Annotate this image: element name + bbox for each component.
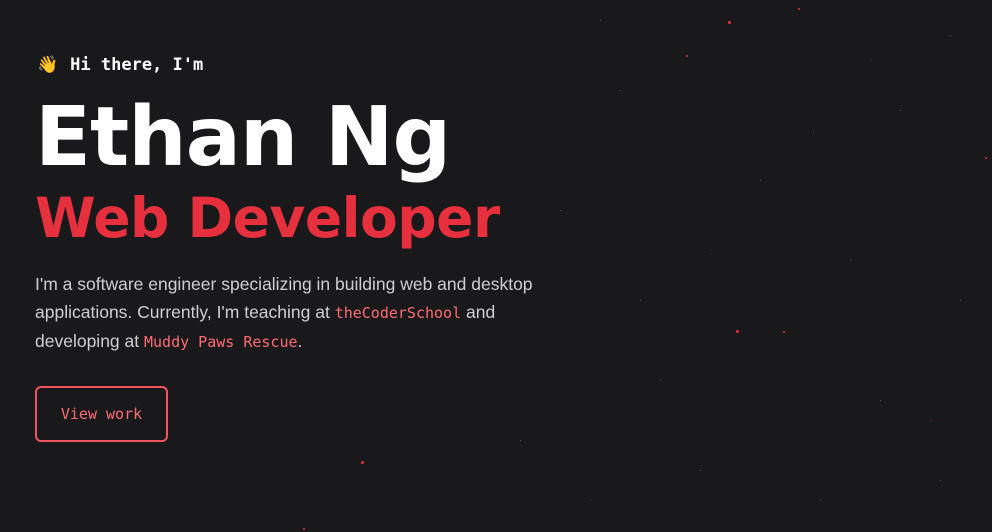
star-dot [760, 180, 761, 181]
muddy-paws-rescue-link[interactable]: Muddy Paws Rescue [144, 333, 298, 351]
hero-section: 👋 Hi there, I'm Ethan Ng Web Developer I… [35, 50, 655, 442]
star-dot [985, 157, 987, 159]
view-work-button[interactable]: View work [35, 386, 168, 442]
greeting: 👋 Hi there, I'm [37, 50, 655, 80]
star-dot [960, 300, 961, 301]
star-dot [728, 21, 731, 24]
star-dot [940, 480, 941, 481]
star-dot [850, 260, 851, 261]
star-dot [303, 528, 305, 530]
star-dot [736, 330, 739, 333]
star-dot [950, 35, 951, 36]
star-dot [880, 400, 881, 401]
star-dot [798, 8, 800, 10]
hero-name: Ethan Ng [35, 90, 451, 185]
star-dot [870, 60, 871, 61]
hero-bio: I'm a software engineer specializing in … [35, 270, 535, 356]
star-dot [813, 131, 814, 132]
waving-hand-icon: 👋 [37, 55, 59, 75]
star-dot [660, 380, 661, 381]
bio-text-3: . [297, 331, 303, 351]
star-dot [700, 470, 701, 471]
hero-role: Web Developer [35, 186, 500, 250]
star-dot [710, 250, 711, 251]
star-dot [590, 500, 591, 501]
star-dot [820, 500, 821, 501]
star-dot [600, 20, 601, 21]
star-dot [900, 110, 901, 111]
star-dot [930, 420, 931, 421]
hero-page: 👋 Hi there, I'm Ethan Ng Web Developer I… [0, 0, 992, 532]
greeting-text: Hi there, I'm [70, 55, 204, 75]
star-dot [783, 331, 785, 333]
thecoderschool-link[interactable]: theCoderSchool [335, 304, 461, 322]
star-dot [361, 461, 364, 464]
star-dot [686, 55, 688, 57]
